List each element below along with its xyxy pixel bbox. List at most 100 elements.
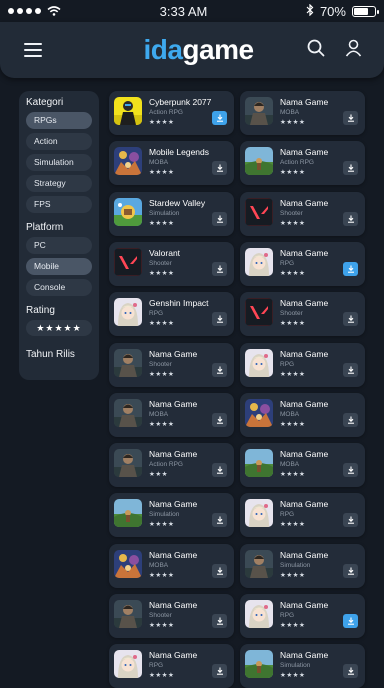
filter-kategori-rpgs[interactable]: RPGs (26, 112, 92, 129)
game-card[interactable]: Genshin Impact RPG ★★★★ (109, 292, 234, 337)
game-thumbnail (245, 499, 273, 528)
download-button[interactable] (212, 211, 227, 226)
logo-part-1: ida (143, 34, 183, 65)
download-button[interactable] (343, 312, 358, 327)
game-card[interactable]: Nama Game MOBA ★★★★ (109, 543, 234, 588)
game-card[interactable]: Nama Game Simulation ★★★★ (240, 644, 365, 688)
game-thumbnail (245, 298, 273, 327)
download-button[interactable] (343, 463, 358, 478)
game-card[interactable]: Nama Game Shooter ★★★★ (109, 342, 234, 387)
download-button[interactable] (212, 411, 227, 429)
game-genre: Simulation (149, 209, 180, 217)
download-icon (347, 109, 355, 127)
game-card[interactable]: Nama Game Simulation ★★★★ (109, 493, 234, 538)
game-card[interactable]: Nama Game RPG ★★★★ (109, 644, 234, 688)
game-genre: RPG (280, 612, 295, 619)
download-button[interactable] (212, 312, 227, 327)
game-card[interactable]: Nama Game MOBA ★★★★ (240, 443, 365, 488)
download-button[interactable] (212, 261, 227, 276)
download-button[interactable] (212, 563, 227, 578)
game-rating-stars: ★★★★ (149, 672, 175, 680)
game-genre: MOBA (280, 410, 300, 418)
download-button[interactable] (343, 511, 358, 529)
game-card[interactable]: Nama Game RPG ★★★★ (240, 342, 365, 387)
game-thumbnail (245, 97, 273, 125)
download-button[interactable] (343, 563, 358, 578)
game-rating-stars: ★★★★ (280, 269, 306, 277)
logo-part-2: game (182, 34, 254, 65)
filter-kategori-strategy[interactable]: Strategy (26, 175, 92, 192)
download-button[interactable] (343, 664, 358, 679)
game-name: Nama Game (280, 398, 329, 409)
rating-filter[interactable]: ★★★★★ (26, 320, 92, 336)
game-card[interactable]: Nama Game Action RPG ★★★★ (240, 141, 365, 186)
user-icon[interactable] (345, 39, 362, 62)
signal-dots-icon (8, 8, 41, 14)
game-card[interactable]: Stardew Valley Simulation ★★★★ (109, 191, 234, 236)
download-button[interactable] (343, 614, 358, 628)
download-button[interactable] (212, 664, 227, 679)
game-card[interactable]: Nama Game MOBA ★★★★ (240, 392, 365, 437)
download-button[interactable] (212, 161, 227, 176)
game-genre: Shooter (280, 209, 303, 217)
download-button[interactable] (212, 362, 227, 377)
download-icon (216, 612, 224, 630)
game-card[interactable]: Nama Game Action RPG ★★★ (109, 443, 234, 488)
filter-kategori-fps[interactable]: FPS (26, 196, 92, 213)
filter-platform-mobile[interactable]: Mobile (26, 258, 92, 275)
download-button[interactable] (343, 111, 358, 125)
download-button[interactable] (343, 261, 358, 276)
game-card[interactable]: Nama Game Shooter ★★★★ (240, 191, 365, 236)
download-icon (216, 411, 224, 429)
game-card[interactable]: Nama Game RPG ★★★★ (240, 594, 365, 638)
game-genre: RPG (149, 310, 164, 318)
filter-kategori-action[interactable]: Action (26, 133, 92, 150)
game-rating-stars: ★★★★ (149, 269, 175, 277)
filter-kategori-simulation[interactable]: Simulation (26, 154, 92, 171)
download-button[interactable] (343, 412, 358, 427)
game-name: Nama Game (149, 600, 198, 610)
search-icon[interactable] (307, 39, 325, 62)
bluetooth-icon (306, 3, 314, 19)
download-button[interactable] (212, 614, 227, 628)
game-card[interactable]: Nama Game RPG ★★★★ (240, 241, 365, 286)
download-button[interactable] (212, 111, 227, 125)
download-button[interactable] (343, 161, 358, 176)
game-thumbnail (114, 97, 142, 125)
game-rating-stars: ★★★★ (149, 370, 175, 378)
game-card[interactable]: Nama Game MOBA ★★★★ (109, 392, 234, 437)
filter-platform-console[interactable]: Console (26, 279, 92, 296)
download-button[interactable] (343, 211, 358, 226)
download-button[interactable] (212, 463, 227, 478)
download-button[interactable] (212, 513, 227, 528)
menu-icon[interactable] (24, 43, 42, 57)
game-name: Genshin Impact (149, 298, 209, 309)
game-genre: MOBA (280, 461, 300, 469)
app-logo[interactable]: idagame (143, 34, 254, 66)
game-thumbnail (114, 398, 142, 427)
game-card[interactable]: Valorant Shooter ★★★★ (109, 241, 234, 286)
game-rating-stars: ★★★★ (280, 471, 306, 479)
game-thumbnail (245, 600, 273, 628)
game-rating-stars: ★★★★ (149, 521, 175, 529)
game-thumbnail (114, 600, 142, 628)
game-thumbnail (114, 147, 142, 176)
game-card[interactable]: Nama Game Shooter ★★★★ (240, 292, 365, 337)
download-button[interactable] (343, 361, 358, 379)
filter-platform-pc[interactable]: PC (26, 237, 92, 254)
game-rating-stars: ★★★ (149, 471, 168, 479)
tahun-rilis-title[interactable]: Tahun Rilis (26, 349, 92, 360)
game-card[interactable]: Mobile Legends MOBA ★★★★ (109, 141, 234, 186)
game-genre: Shooter (149, 360, 172, 368)
game-card[interactable]: Cyberpunk 2077 Action RPG ★★★★ (109, 91, 234, 135)
game-card[interactable]: Nama Game Shooter ★★★★ (109, 594, 234, 638)
game-rating-stars: ★★★★ (280, 571, 306, 579)
game-rating-stars: ★★★★ (149, 420, 175, 428)
download-icon (347, 511, 355, 529)
status-bar: 3:33 AM 70% (0, 0, 384, 22)
game-card[interactable]: Nama Game Simulation ★★★★ (240, 543, 365, 588)
download-icon (347, 361, 355, 379)
game-card[interactable]: Nama Game MOBA ★★★★ (240, 91, 365, 135)
wifi-icon (47, 4, 61, 19)
game-card[interactable]: Nama Game RPG ★★★★ (240, 493, 365, 538)
